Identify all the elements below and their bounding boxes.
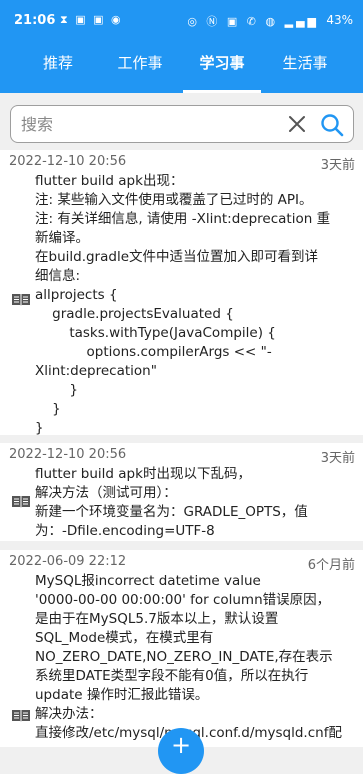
content-line: 系统里DATE类型字段不能有0值，所以在执行 (35, 668, 309, 684)
search-bar (10, 105, 354, 143)
status-bar: 21:06 ⧗ ▣ ▣ ◉ ◎ Ⓝ ▣ ✆ ◍ ▂▄▆ 43% (0, 0, 363, 40)
content-line: MySQL报incorrect datetime value (35, 573, 261, 589)
post-date: 2022-12-10 20:56 (9, 447, 127, 462)
post-relative-time: 3天前 (320, 451, 355, 466)
system-status-icons: ◎ Ⓝ ▣ ✆ ◍ ▂▄▆ (187, 15, 319, 28)
search-input[interactable] (21, 110, 281, 138)
content-line: gradle.projectsEvaluated { (35, 306, 234, 322)
post-content: MySQL报incorrect datetime value '0000-00-… (35, 572, 360, 743)
tab-life[interactable]: 生活事 (260, 40, 350, 93)
post-date: 2022-12-10 20:56 (9, 154, 127, 169)
post-relative-time: 6个月前 (307, 558, 355, 573)
tab-label: 推荐 (42, 54, 73, 72)
content-line: 注: 某些输入文件使用或覆盖了已过时的 API。 (35, 192, 313, 208)
battery-level: 43% (326, 13, 353, 27)
tab-recommend[interactable]: 推荐 (13, 40, 103, 93)
post-content: flutter build apk时出现以下乱码， 解决方法（测试可用）： 新建… (35, 465, 360, 541)
tab-work[interactable]: 工作事 (95, 40, 185, 93)
content-line: 解决办法： (35, 706, 103, 722)
content-line: } (35, 382, 78, 398)
post-card[interactable]: 2022-12-10 20:56 3天前 flutter build apk时出… (0, 443, 363, 541)
content-line: } (35, 420, 44, 436)
tab-study[interactable]: 学习事 (177, 40, 267, 93)
content-line: } (35, 401, 61, 417)
content-line: flutter build apk出现： (35, 173, 184, 189)
content-line: update 操作时汇报此错误。 (35, 687, 209, 703)
content-line: flutter build apk时出现以下乱码， (35, 466, 251, 482)
post-card[interactable]: 2022-06-09 22:12 6个月前 MySQL报incorrect da… (0, 550, 363, 747)
post-content: flutter build apk出现： 注: 某些输入文件使用或覆盖了已过时的… (35, 172, 360, 438)
search-icon[interactable] (319, 112, 345, 138)
top-tab-bar: 推荐 工作事 学习事 生活事 (0, 40, 363, 93)
post-card[interactable]: 2022-12-10 20:56 3天前 flutter build apk出现… (0, 150, 363, 438)
post-date: 2022-06-09 22:12 (9, 554, 127, 569)
active-tab-indicator (183, 90, 261, 93)
close-icon[interactable] (285, 112, 309, 136)
book-icon (12, 496, 30, 508)
content-line: 解决方法（测试可用）： (35, 485, 177, 501)
status-time: 21:06 (14, 13, 56, 28)
content-line: allprojects { (35, 287, 118, 303)
notification-icons: ⧗ ▣ ▣ ◉ (60, 13, 123, 26)
content-line: 细信息: (35, 268, 81, 284)
book-icon (12, 294, 30, 306)
content-line: 注: 有关详细信息, 请使用 -Xlint:deprecation 重 (35, 211, 331, 227)
content-line: 新编译。 (35, 230, 89, 246)
post-relative-time: 3天前 (320, 158, 355, 173)
tab-label: 工作事 (117, 54, 163, 72)
content-line: 为：-Dfile.encoding=UTF-8 (35, 523, 215, 539)
plus-icon: + (170, 731, 192, 759)
content-line: options.compilerArgs << "- (35, 344, 272, 360)
content-line: '0000-00-00 00:00:00' for column错误原因， (35, 592, 331, 608)
content-line: 新建一个环境变量名为：GRADLE_OPTS，值 (35, 504, 308, 520)
add-post-button[interactable]: + (158, 728, 204, 774)
content-line: 是由于在MySQL5.7版本以上，默认设置 (35, 611, 279, 627)
book-icon (12, 710, 30, 722)
content-line: 在build.gradle文件中适当位置加入即可看到详 (35, 249, 319, 265)
content-line: NO_ZERO_DATE,NO_ZERO_IN_DATE,存在表示 (35, 649, 333, 665)
content-line: tasks.withType(JavaCompile) { (35, 325, 276, 341)
content-line: SQL_Mode模式，在模式里有 (35, 630, 214, 646)
tab-label: 生活事 (282, 54, 328, 72)
content-line: Xlint:deprecation" (35, 363, 157, 379)
tab-label: 学习事 (199, 54, 245, 72)
